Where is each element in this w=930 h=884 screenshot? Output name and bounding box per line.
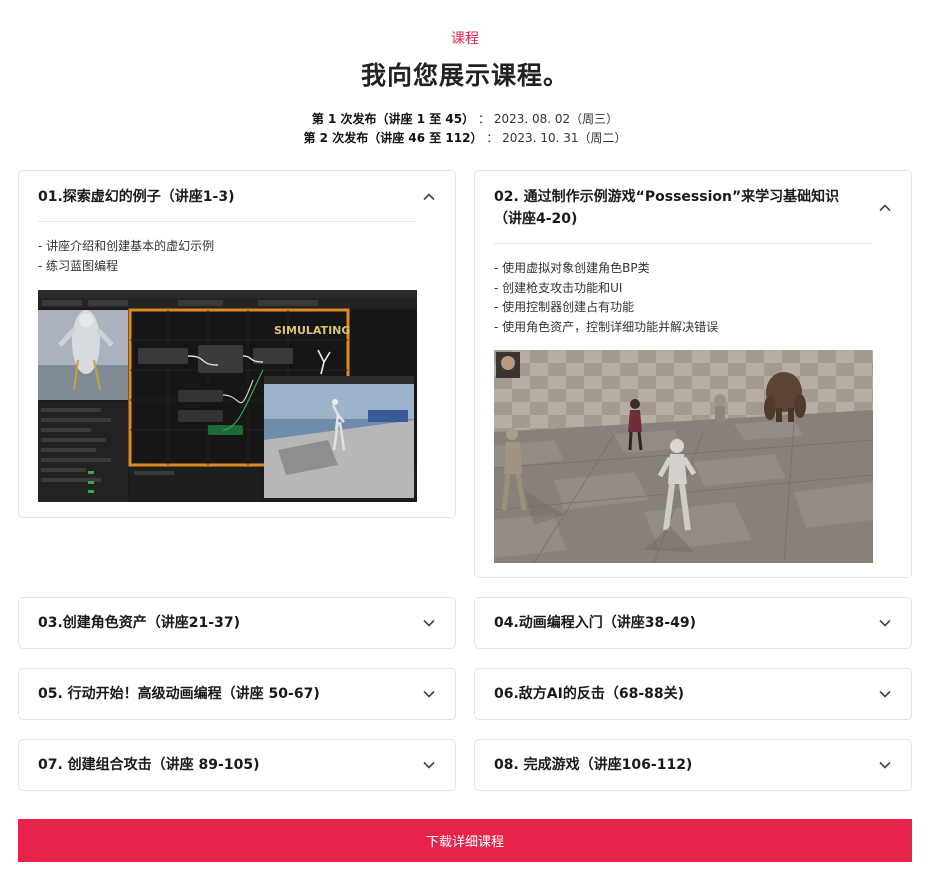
chevron-down-icon: [422, 758, 436, 772]
module-title: 01.探索虚幻的例子（讲座1-3): [38, 189, 235, 205]
chevron-down-icon: [422, 687, 436, 701]
game-screenshot: [494, 350, 873, 563]
module-card-03[interactable]: 03.创建角色资产（讲座21-37): [18, 597, 456, 649]
module-header-06[interactable]: 06.敌方AI的反击（68-88关): [494, 683, 892, 705]
module-header-08[interactable]: 08. 完成游戏（讲座106-112): [494, 754, 892, 776]
module-header-03[interactable]: 03.创建角色资产（讲座21-37): [38, 612, 436, 634]
module-title: 05. 行动开始！高级动画编程（讲座 50-67): [38, 686, 320, 702]
module-header-02[interactable]: 02. 通过制作示例游戏“Possession”来学习基础知识（讲座4-20): [494, 186, 892, 230]
chevron-up-icon: [422, 190, 436, 204]
module-divider: [38, 221, 417, 222]
module-header-05[interactable]: 05. 行动开始！高级动画编程（讲座 50-67): [38, 683, 436, 705]
module-card-07[interactable]: 07. 创建组合攻击（讲座 89-105): [18, 739, 456, 791]
module-title: 06.敌方AI的反击（68-88关): [494, 686, 685, 702]
svg-text:SIMULATING: SIMULATING: [274, 324, 350, 337]
chevron-up-icon: [878, 201, 892, 215]
bullet-item: - 使用虚拟对象创建角色BP类: [494, 261, 650, 275]
editor-screenshot: SIMULATING: [38, 290, 417, 502]
chevron-down-icon: [878, 616, 892, 630]
release-date: 2023. 10. 31（周二）: [502, 131, 627, 145]
chevron-down-icon: [878, 758, 892, 772]
module-header-04[interactable]: 04.动画编程入门（讲座38-49): [494, 612, 892, 634]
module-title: 08. 完成游戏（讲座106-112): [494, 757, 693, 773]
bullet-item: - 讲座介绍和创建基本的虚幻示例: [38, 239, 215, 253]
module-card-02: 02. 通过制作示例游戏“Possession”来学习基础知识（讲座4-20) …: [474, 170, 912, 578]
module-title: 03.创建角色资产（讲座21-37): [38, 615, 240, 631]
module-card-01: 01.探索虚幻的例子（讲座1-3) - 讲座介绍和创建基本的虚幻示例 - 练习蓝…: [18, 170, 456, 518]
module-header-01[interactable]: 01.探索虚幻的例子（讲座1-3): [38, 186, 436, 208]
release-line-1: 第 1 次发布（讲座 1 至 45） ： 2023. 08. 02（周三）: [0, 110, 930, 127]
module-card-04[interactable]: 04.动画编程入门（讲座38-49): [474, 597, 912, 649]
download-curriculum-button[interactable]: 下载详细课程: [18, 819, 912, 862]
module-title: 02. 通过制作示例游戏“Possession”来学习基础知识（讲座4-20): [494, 189, 840, 227]
module-title: 04.动画编程入门（讲座38-49): [494, 615, 696, 631]
module-header-07[interactable]: 07. 创建组合攻击（讲座 89-105): [38, 754, 436, 776]
module-bullets: - 使用虚拟对象创建角色BP类 - 创建枪支攻击功能和UI - 使用控制器创建占…: [494, 259, 718, 337]
module-card-08[interactable]: 08. 完成游戏（讲座106-112): [474, 739, 912, 791]
section-eyebrow: 课程: [451, 31, 479, 47]
module-card-05[interactable]: 05. 行动开始！高级动画编程（讲座 50-67): [18, 668, 456, 720]
release-separator: ：: [477, 112, 490, 126]
module-title: 07. 创建组合攻击（讲座 89-105): [38, 757, 260, 773]
module-divider: [494, 243, 873, 244]
bullet-item: - 使用角色资产，控制详细功能并解决错误: [494, 319, 719, 334]
release-label: 第 2 次发布（讲座 46 至 112）: [303, 131, 483, 145]
bullet-item: - 使用控制器创建占有功能: [494, 300, 635, 314]
bullet-item: - 创建枪支攻击功能和UI: [494, 280, 623, 295]
release-date: 2023. 08. 02（周三）: [493, 112, 619, 126]
bullet-item: - 练习蓝图编程: [38, 258, 119, 273]
release-label: 第 1 次发布（讲座 1 至 45）: [311, 112, 475, 126]
module-card-06[interactable]: 06.敌方AI的反击（68-88关): [474, 668, 912, 720]
chevron-down-icon: [422, 616, 436, 630]
chevron-down-icon: [878, 687, 892, 701]
release-line-2: 第 2 次发布（讲座 46 至 112） ： 2023. 10. 31（周二）: [0, 129, 930, 146]
page-title: 我向您展示课程。: [360, 61, 569, 90]
release-separator: ：: [486, 131, 499, 145]
module-bullets: - 讲座介绍和创建基本的虚幻示例 - 练习蓝图编程: [38, 237, 214, 276]
